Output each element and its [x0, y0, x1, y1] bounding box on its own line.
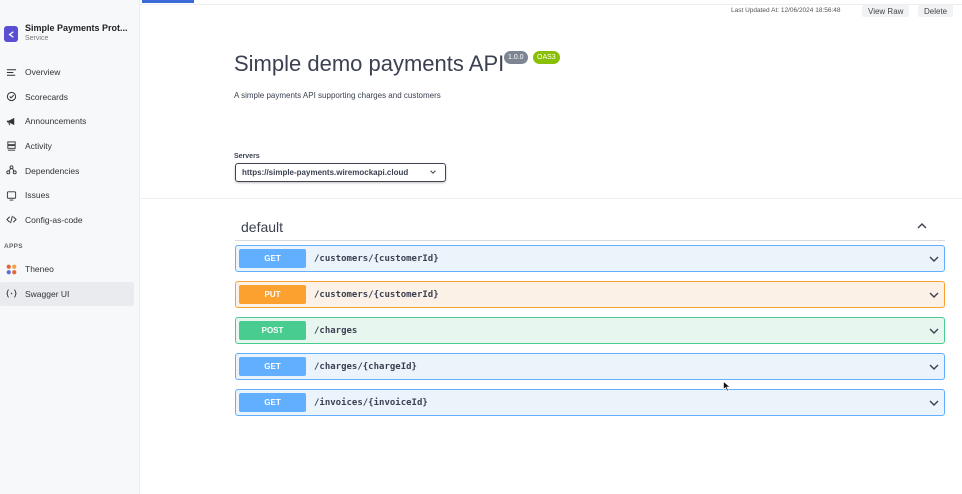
last-updated-text: Last Updated At: 12/06/2024 18:56:48 [731, 7, 841, 14]
sidebar-item-config-as-code[interactable]: Config-as-code [0, 208, 139, 233]
sidebar-item-label: Issues [25, 190, 50, 201]
overview-icon [5, 66, 17, 78]
active-tab-indicator [142, 0, 194, 3]
operation-get-invoice[interactable]: GET /invoices/{invoiceId} [235, 389, 945, 416]
operation-path: /invoices/{invoiceId} [314, 397, 428, 408]
operation-path: /charges [314, 325, 358, 336]
chevron-down-icon [430, 170, 436, 174]
dependencies-icon [5, 165, 17, 177]
section-divider [140, 198, 962, 199]
header-divider [140, 4, 962, 5]
servers-select[interactable]: https://simple-payments.wiremockapi.clou… [235, 163, 446, 182]
operation-get-charge[interactable]: GET /charges/{chargeId} [235, 353, 945, 380]
sidebar-item-overview[interactable]: Overview [0, 60, 139, 85]
sidebar: Simple Payments Prot... Service Overview… [0, 0, 140, 494]
sidebar-item-announcements[interactable]: Announcements [0, 109, 139, 134]
version-badge: 1.0.0 [504, 51, 528, 64]
sidebar-item-swagger-ui[interactable]: Swagger UI [0, 281, 134, 306]
tag-title[interactable]: default [241, 219, 283, 235]
service-name: Simple Payments Prot... [25, 23, 128, 33]
sidebar-nav: Overview Scorecards Announcements Activi… [0, 60, 139, 232]
chevron-up-icon[interactable] [916, 221, 928, 231]
sidebar-item-issues[interactable]: Issues [0, 183, 139, 208]
mouse-pointer-icon [723, 381, 731, 392]
tag-underline [235, 240, 945, 241]
sidebar-item-label: Config-as-code [25, 214, 83, 225]
chevron-down-icon[interactable] [928, 253, 940, 265]
operation-put-customer[interactable]: PUT /customers/{customerId} [235, 281, 945, 308]
chevron-down-icon[interactable] [928, 397, 940, 409]
sidebar-item-scorecards[interactable]: Scorecards [0, 85, 139, 110]
chevron-down-icon[interactable] [928, 325, 940, 337]
activity-icon [5, 140, 17, 152]
chevron-down-icon[interactable] [928, 289, 940, 301]
operation-path: /customers/{customerId} [314, 289, 439, 300]
delete-button[interactable]: Delete [918, 5, 954, 17]
sidebar-item-theneo[interactable]: Theneo [0, 257, 139, 282]
scorecards-icon [5, 91, 17, 103]
service-header[interactable]: Simple Payments Prot... Service [4, 22, 128, 44]
method-badge: GET [239, 249, 306, 268]
view-raw-button[interactable]: View Raw [862, 5, 910, 17]
operation-get-customer[interactable]: GET /customers/{customerId} [235, 245, 945, 272]
sidebar-item-label: Dependencies [25, 165, 80, 176]
method-badge: GET [239, 357, 306, 376]
sidebar-item-activity[interactable]: Activity [0, 134, 139, 159]
method-badge: PUT [239, 285, 306, 304]
sidebar-item-label: Activity [25, 141, 52, 152]
apps-section-label: APPS [4, 243, 23, 250]
sidebar-item-label: Scorecards [25, 91, 68, 102]
api-description: A simple payments API supporting charges… [234, 91, 441, 100]
api-title: Simple demo payments API [234, 51, 505, 76]
app-root: Simple Payments Prot... Service Overview… [0, 0, 962, 494]
sidebar-item-label: Overview [25, 67, 61, 78]
servers-label: Servers [234, 153, 260, 160]
swagger-icon [5, 288, 17, 300]
sidebar-item-dependencies[interactable]: Dependencies [0, 158, 139, 183]
service-logo-icon [4, 26, 18, 42]
sidebar-apps: Theneo Swagger UI [0, 257, 139, 306]
sidebar-item-label: Announcements [25, 116, 87, 127]
sidebar-item-label: Swagger UI [25, 288, 70, 299]
operation-path: /customers/{customerId} [314, 253, 439, 264]
method-badge: GET [239, 393, 306, 412]
chevron-down-icon[interactable] [928, 361, 940, 373]
operation-post-charges[interactable]: POST /charges [235, 317, 945, 344]
service-type: Service [25, 35, 49, 42]
method-badge: POST [239, 321, 306, 340]
server-selected-value: https://simple-payments.wiremockapi.clou… [242, 168, 409, 177]
operation-path: /charges/{chargeId} [314, 361, 417, 372]
issues-icon [5, 189, 17, 201]
theneo-logo-icon [5, 263, 17, 275]
megaphone-icon [5, 115, 17, 127]
sidebar-item-label: Theneo [25, 264, 54, 275]
oas-badge: OAS3 [533, 51, 560, 64]
code-icon [5, 214, 17, 226]
